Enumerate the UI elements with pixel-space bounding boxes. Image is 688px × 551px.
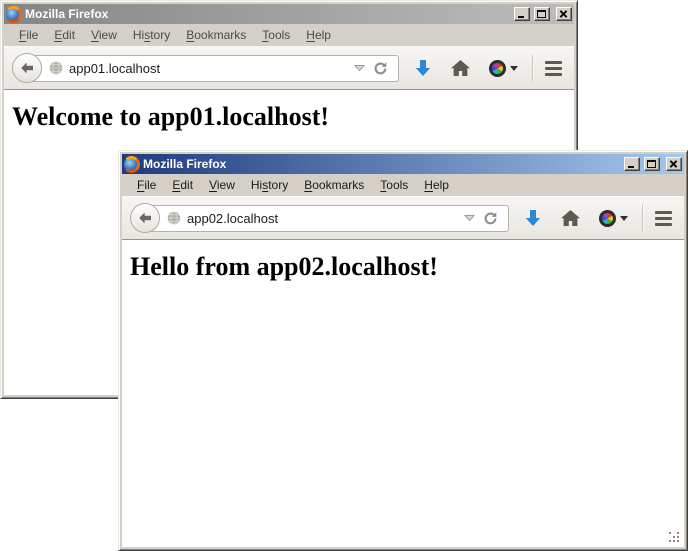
reload-icon[interactable] bbox=[369, 61, 392, 76]
menu-help[interactable]: Help bbox=[417, 176, 456, 194]
downloads-button[interactable] bbox=[415, 59, 431, 77]
firefox-icon bbox=[6, 7, 21, 22]
back-arrow-icon bbox=[137, 210, 153, 226]
toolbar-icons bbox=[415, 55, 562, 81]
menu-bookmarks[interactable]: Bookmarks bbox=[179, 26, 253, 44]
url-input[interactable]: app01.localhost bbox=[26, 55, 399, 82]
minimize-button[interactable] bbox=[624, 157, 640, 171]
addon-button[interactable] bbox=[599, 210, 628, 227]
url-input[interactable]: app02.localhost bbox=[144, 205, 509, 232]
menu-edit[interactable]: Edit bbox=[165, 176, 200, 194]
toolbar-separator bbox=[532, 55, 533, 81]
firefox-icon bbox=[124, 157, 139, 172]
site-identity-globe-icon[interactable] bbox=[49, 61, 63, 75]
menu-file[interactable]: File bbox=[130, 176, 163, 194]
menu-bar: File Edit View History Bookmarks Tools H… bbox=[4, 24, 574, 46]
desktop: Mozilla Firefox File Edit View History B… bbox=[0, 0, 688, 551]
site-identity-globe-icon[interactable] bbox=[167, 211, 181, 225]
menu-tools[interactable]: Tools bbox=[255, 26, 297, 44]
back-button[interactable] bbox=[130, 203, 160, 233]
close-button[interactable] bbox=[666, 157, 682, 171]
menu-help[interactable]: Help bbox=[299, 26, 338, 44]
color-wheel-icon bbox=[489, 60, 506, 77]
navigation-toolbar: app02.localhost bbox=[122, 196, 684, 240]
url-text: app01.localhost bbox=[69, 61, 350, 76]
home-button[interactable] bbox=[561, 210, 580, 226]
toolbar-icons bbox=[525, 205, 672, 231]
url-text: app02.localhost bbox=[187, 211, 460, 226]
page-content-app02: Hello from app02.localhost! bbox=[122, 240, 684, 547]
menu-panel-button[interactable] bbox=[655, 211, 672, 226]
page-heading: Hello from app02.localhost! bbox=[130, 252, 684, 282]
download-arrow-icon bbox=[525, 209, 541, 227]
menu-view[interactable]: View bbox=[202, 176, 242, 194]
home-icon bbox=[561, 210, 580, 226]
menu-file[interactable]: File bbox=[12, 26, 45, 44]
minimize-icon bbox=[628, 166, 634, 168]
titlebar[interactable]: Mozilla Firefox bbox=[4, 4, 574, 24]
reload-icon[interactable] bbox=[479, 211, 502, 226]
downloads-button[interactable] bbox=[525, 209, 541, 227]
maximize-icon bbox=[537, 10, 546, 18]
page-heading: Welcome to app01.localhost! bbox=[12, 102, 574, 132]
download-arrow-icon bbox=[415, 59, 431, 77]
minimize-button[interactable] bbox=[514, 7, 530, 21]
maximize-button[interactable] bbox=[644, 157, 660, 171]
hamburger-icon bbox=[655, 211, 672, 214]
maximize-icon bbox=[647, 160, 656, 168]
home-button[interactable] bbox=[451, 60, 470, 76]
resize-grip[interactable] bbox=[668, 531, 681, 544]
menu-edit[interactable]: Edit bbox=[47, 26, 82, 44]
menu-bookmarks[interactable]: Bookmarks bbox=[297, 176, 371, 194]
home-icon bbox=[451, 60, 470, 76]
window-title: Mozilla Firefox bbox=[25, 7, 510, 21]
urlbar-dropdown-icon[interactable] bbox=[350, 64, 369, 72]
close-button[interactable] bbox=[556, 7, 572, 21]
addon-button[interactable] bbox=[489, 60, 518, 77]
toolbar-separator bbox=[642, 205, 643, 231]
chevron-down-icon bbox=[620, 216, 628, 221]
chevron-down-icon bbox=[510, 66, 518, 71]
firefox-window-app02: Mozilla Firefox File Edit View History B… bbox=[118, 150, 688, 551]
urlbar-dropdown-icon[interactable] bbox=[460, 214, 479, 222]
menu-history[interactable]: History bbox=[244, 176, 295, 194]
back-arrow-icon bbox=[19, 60, 35, 76]
navigation-toolbar: app01.localhost bbox=[4, 46, 574, 90]
back-button[interactable] bbox=[12, 53, 42, 83]
menu-view[interactable]: View bbox=[84, 26, 124, 44]
minimize-icon bbox=[518, 16, 524, 18]
titlebar[interactable]: Mozilla Firefox bbox=[122, 154, 684, 174]
window-title: Mozilla Firefox bbox=[143, 157, 620, 171]
maximize-button[interactable] bbox=[534, 7, 550, 21]
color-wheel-icon bbox=[599, 210, 616, 227]
menu-history[interactable]: History bbox=[126, 26, 177, 44]
menu-panel-button[interactable] bbox=[545, 61, 562, 76]
menu-bar: File Edit View History Bookmarks Tools H… bbox=[122, 174, 684, 196]
menu-tools[interactable]: Tools bbox=[373, 176, 415, 194]
hamburger-icon bbox=[545, 61, 562, 64]
